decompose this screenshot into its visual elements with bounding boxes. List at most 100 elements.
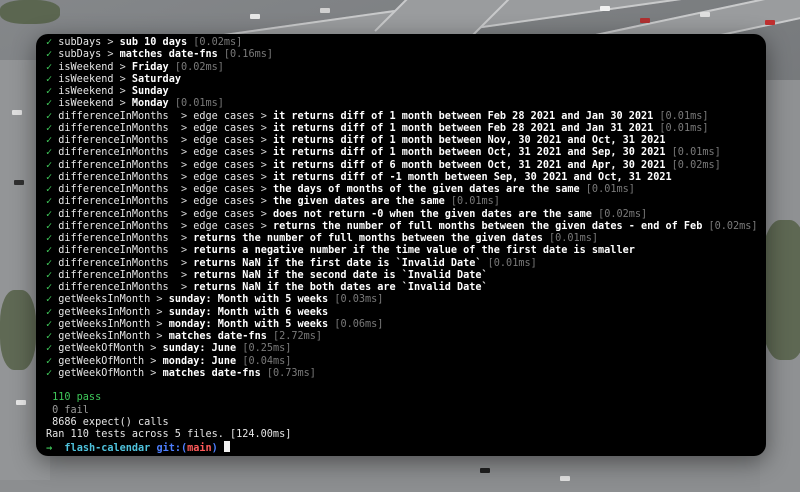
test-name: it returns diff of 1 month between Feb 2… bbox=[272, 122, 654, 134]
check-icon: ✓ bbox=[46, 110, 53, 122]
test-result-line: ✓ getWeeksInMonth > monday: Month with 5… bbox=[46, 319, 760, 331]
test-result-line: ✓ differenceInMonths > edge cases > it r… bbox=[46, 123, 760, 135]
path-separator: > bbox=[101, 37, 120, 48]
test-result-line: ✓ isWeekend > Saturday bbox=[46, 74, 760, 86]
test-name: the days of months of the given dates ar… bbox=[272, 184, 580, 195]
test-result-line: ✓ differenceInMonths > returns NaN if th… bbox=[46, 282, 760, 294]
check-icon: ✓ bbox=[46, 355, 53, 367]
git-branch: main bbox=[187, 443, 212, 455]
test-name: returns the number of full months betwee… bbox=[193, 233, 543, 244]
path-separator: > bbox=[101, 49, 120, 61]
test-suite-name: getWeeksInMonth bbox=[58, 294, 151, 306]
path-separator: > bbox=[174, 282, 194, 293]
test-duration: [0.01ms] bbox=[450, 196, 500, 208]
test-suite-name: differenceInMonths bbox=[58, 269, 175, 281]
test-name: the given dates are the same bbox=[272, 196, 445, 208]
check-icon: ✓ bbox=[46, 220, 53, 232]
wallpaper-trees bbox=[0, 290, 36, 370]
test-result-line: ✓ getWeekOfMonth > sunday: June [0.25ms] bbox=[46, 343, 760, 355]
test-suite-name: differenceInMonths bbox=[58, 184, 175, 195]
test-duration: [0.73ms] bbox=[266, 367, 316, 379]
test-duration: [2.72ms] bbox=[272, 331, 323, 342]
test-result-line: ✓ differenceInMonths > returns the numbe… bbox=[46, 233, 760, 245]
path-separator: > bbox=[174, 184, 194, 195]
wallpaper-car bbox=[765, 20, 775, 25]
path-separator: > bbox=[113, 61, 132, 73]
test-name: returns a negative number if the time va… bbox=[193, 245, 635, 257]
test-suite-name: getWeeksInMonth bbox=[58, 331, 151, 342]
test-result-line: ✓ differenceInMonths > returns NaN if th… bbox=[46, 270, 760, 282]
check-icon: ✓ bbox=[46, 98, 53, 110]
check-icon: ✓ bbox=[46, 331, 53, 342]
wallpaper-car bbox=[700, 12, 710, 17]
wallpaper-car bbox=[640, 18, 650, 23]
test-result-line: ✓ isWeekend > Monday [0.01ms] bbox=[46, 98, 760, 110]
test-suite-name: differenceInMonths bbox=[58, 122, 175, 134]
test-duration: [0.01ms] bbox=[487, 257, 537, 269]
test-suite-name: differenceInMonths bbox=[58, 196, 175, 208]
test-suite-name: subDays bbox=[58, 37, 102, 48]
test-suite-name: differenceInMonths bbox=[58, 147, 175, 159]
test-result-line: ✓ differenceInMonths > edge cases > it r… bbox=[46, 160, 760, 172]
test-duration: [0.02ms] bbox=[174, 61, 224, 73]
test-suite-name: isWeekend bbox=[58, 61, 114, 73]
test-name: monday: June bbox=[162, 355, 237, 367]
path-separator: > bbox=[254, 110, 273, 122]
test-name: sunday: June bbox=[162, 343, 237, 355]
git-label: git:( bbox=[156, 443, 188, 455]
test-name: monday: Month with 5 weeks bbox=[168, 318, 329, 330]
check-icon: ✓ bbox=[46, 318, 53, 330]
test-name: it returns diff of 1 month between Feb 2… bbox=[272, 110, 654, 122]
path-separator: > bbox=[254, 196, 273, 208]
test-duration: [0.01ms] bbox=[659, 110, 709, 122]
terminal-window[interactable]: ✓ subDays > sub 10 days [0.02ms] ✓ subDay… bbox=[36, 34, 766, 456]
path-separator: > bbox=[113, 98, 132, 110]
path-separator: > bbox=[174, 233, 194, 244]
check-icon: ✓ bbox=[46, 37, 53, 48]
describe-block: edge cases bbox=[193, 196, 255, 208]
test-result-line: ✓ differenceInMonths > returns a negativ… bbox=[46, 245, 760, 257]
test-name: sunday: Month with 5 weeks bbox=[168, 294, 329, 306]
check-icon: ✓ bbox=[46, 367, 53, 379]
test-result-line: ✓ differenceInMonths > edge cases > the … bbox=[46, 196, 760, 208]
path-separator: > bbox=[174, 220, 194, 232]
test-result-line: ✓ subDays > sub 10 days [0.02ms] bbox=[46, 37, 760, 49]
prompt-arrow-icon: → bbox=[46, 443, 53, 455]
path-separator: > bbox=[113, 73, 132, 85]
test-suite-name: differenceInMonths bbox=[58, 257, 175, 269]
test-name: matches date-fns bbox=[168, 331, 267, 342]
test-duration: [0.01ms] bbox=[585, 184, 635, 195]
test-duration: [0.25ms] bbox=[242, 343, 292, 355]
test-name: matches date-fns bbox=[162, 367, 261, 379]
current-directory: flash-calendar bbox=[64, 443, 151, 455]
test-result-line: ✓ isWeekend > Friday [0.02ms] bbox=[46, 62, 760, 74]
test-suite-name: differenceInMonths bbox=[58, 208, 175, 220]
check-icon: ✓ bbox=[46, 159, 53, 171]
test-duration: [0.02ms] bbox=[193, 37, 243, 48]
text-cursor[interactable] bbox=[223, 441, 230, 453]
test-result-line: ✓ differenceInMonths > edge cases > it r… bbox=[46, 172, 760, 184]
check-icon: ✓ bbox=[46, 184, 53, 195]
wallpaper-car bbox=[12, 110, 22, 115]
test-duration: [0.04ms] bbox=[242, 355, 292, 367]
test-suite-name: subDays bbox=[58, 49, 102, 61]
test-suite-name: getWeeksInMonth bbox=[58, 306, 151, 318]
path-separator: > bbox=[174, 196, 194, 208]
path-separator: > bbox=[174, 135, 194, 146]
test-suite-name: getWeekOfMonth bbox=[58, 343, 145, 355]
check-icon: ✓ bbox=[46, 135, 53, 146]
test-duration: [0.06ms] bbox=[334, 318, 384, 330]
path-separator: > bbox=[113, 86, 132, 97]
path-separator: > bbox=[254, 135, 273, 146]
test-suite-name: differenceInMonths bbox=[58, 233, 175, 244]
test-name: returns NaN if the both dates are `Inval… bbox=[193, 282, 488, 293]
path-separator: > bbox=[144, 355, 163, 367]
test-name: it returns diff of 1 month between Oct, … bbox=[272, 147, 666, 159]
path-separator: > bbox=[174, 159, 194, 171]
test-suite-name: isWeekend bbox=[58, 86, 114, 97]
check-icon: ✓ bbox=[46, 257, 53, 269]
path-separator: > bbox=[254, 159, 273, 171]
test-suite-name: differenceInMonths bbox=[58, 220, 175, 232]
check-icon: ✓ bbox=[46, 294, 53, 306]
path-separator: > bbox=[174, 269, 194, 281]
